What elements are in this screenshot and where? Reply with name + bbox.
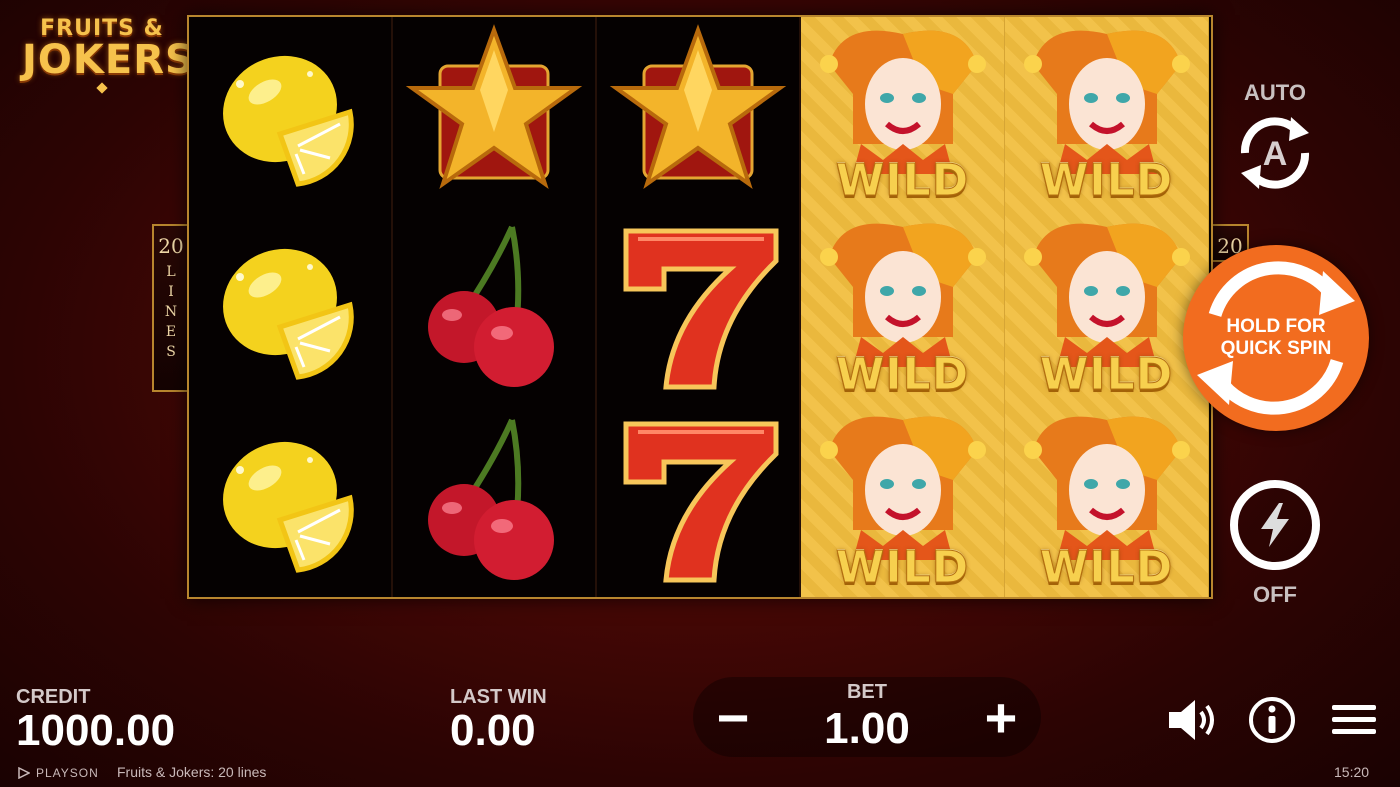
info-button[interactable]: [1245, 693, 1299, 747]
wild-label: WILD: [1039, 155, 1174, 207]
spin-button[interactable]: HOLD FOR QUICK SPIN: [1183, 245, 1369, 431]
paylines-count: 20: [158, 234, 184, 258]
reel-cell-lemon: [189, 17, 391, 210]
paylines-indicator-left: 20 LINES: [152, 224, 188, 392]
autoplay-button[interactable]: A: [1225, 107, 1325, 199]
reel-cell-cherry: [393, 404, 595, 597]
auto-label: AUTO: [1244, 80, 1306, 105]
bet-decrease-button[interactable]: −: [693, 677, 773, 757]
bet-label: BET: [846, 680, 887, 703]
cherry-icon: [428, 419, 554, 581]
reel-2: [393, 17, 597, 597]
star-icon: [609, 23, 787, 189]
menu-button[interactable]: [1327, 693, 1381, 747]
turbo-button[interactable]: [1230, 480, 1320, 570]
reel-cell-wild: WILD: [1005, 210, 1208, 403]
reel-5: WILD WILD WILD: [1005, 17, 1209, 597]
reels-grid: WILD WILD WILD WILD WILD WILD: [187, 15, 1213, 599]
last-win-value: 0.00: [450, 706, 536, 755]
lightning-icon: [1261, 503, 1289, 547]
lemon-icon: [223, 248, 354, 380]
wild-label: WILD: [835, 155, 970, 207]
playson-logo-icon: [18, 767, 30, 779]
bet-display: BET 1.00: [824, 681, 910, 754]
reel-cell-wild: WILD: [1005, 404, 1208, 597]
lemon-icon: [223, 55, 354, 187]
reel-cell-wild: WILD: [801, 404, 1004, 597]
logo-gem-icon: [96, 82, 108, 94]
spin-label-line2: QUICK SPIN: [1220, 338, 1332, 359]
reel-cell-seven: [597, 210, 799, 403]
bet-increase-button[interactable]: +: [961, 677, 1041, 757]
logo-line2: JOKERS: [22, 37, 195, 83]
bet-value: 1.00: [824, 703, 910, 753]
bet-control: − BET 1.00 +: [693, 677, 1041, 757]
reel-cell-star: [393, 17, 595, 210]
wild-label: WILD: [835, 348, 970, 400]
auto-icon-letter: A: [1263, 135, 1288, 173]
reel-cell-lemon: [189, 404, 391, 597]
game-title-footer: Fruits & Jokers: 20 lines: [117, 764, 267, 780]
reel-cell-seven: [597, 404, 799, 597]
sound-button[interactable]: [1165, 693, 1219, 747]
reel-4: WILD WILD WILD: [801, 17, 1005, 597]
autoplay-icon: A: [1240, 117, 1310, 189]
provider-brand: PLAYSON: [18, 766, 99, 780]
turbo-state-label: OFF: [1253, 582, 1297, 607]
reel-cell-cherry: [393, 210, 595, 403]
paylines-word: LINES: [163, 264, 179, 364]
speaker-icon: [1169, 700, 1214, 740]
reel-cell-star: [597, 17, 799, 210]
reel-cell-wild: WILD: [801, 17, 1004, 210]
seven-icon: [623, 421, 779, 583]
lemon-icon: [223, 442, 354, 574]
clock: 15:20: [1334, 764, 1370, 780]
wild-label: WILD: [1039, 348, 1174, 400]
info-icon: [1249, 697, 1295, 743]
reel-cell-wild: WILD: [801, 210, 1004, 403]
star-icon: [405, 23, 583, 189]
reel-cell-lemon: [189, 210, 391, 403]
reel-1: [189, 17, 393, 597]
credit-value: 1000.00: [16, 706, 176, 755]
reel-cell-wild: WILD: [1005, 17, 1208, 210]
seven-icon: [623, 228, 779, 390]
game-logo: FRUITS & JOKERS: [22, 18, 195, 94]
reel-3: [597, 17, 801, 597]
spin-label-line1: HOLD FOR: [1226, 316, 1326, 337]
wild-label: WILD: [835, 541, 970, 593]
cherry-icon: [428, 225, 554, 387]
hamburger-menu-icon: [1332, 705, 1376, 734]
wild-label: WILD: [1039, 541, 1174, 593]
provider-name: PLAYSON: [36, 766, 99, 780]
spin-button-label: HOLD FOR QUICK SPIN: [1221, 316, 1332, 360]
